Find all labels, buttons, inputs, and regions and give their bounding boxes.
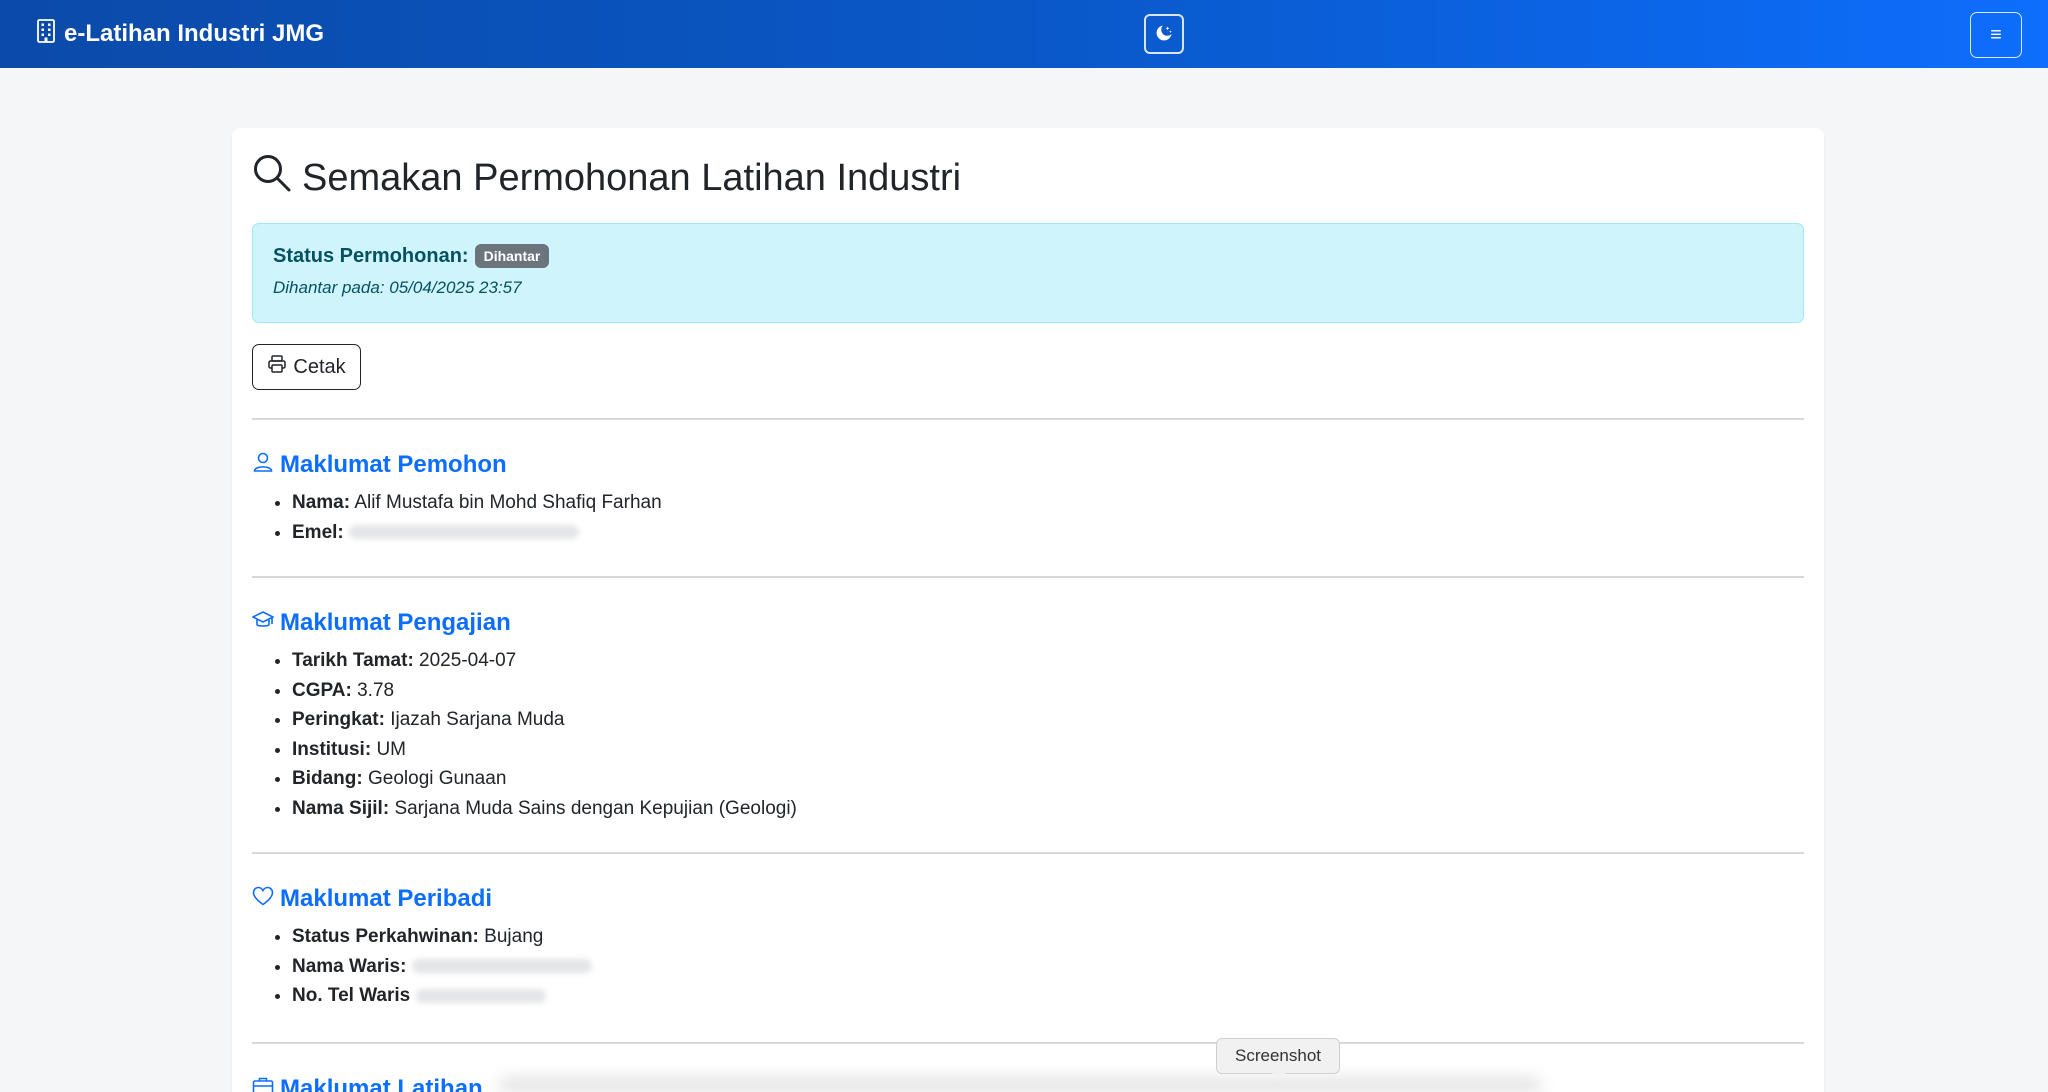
moon-stars-icon (1154, 23, 1174, 46)
section-title-pengajian: Maklumat Pengajian (251, 606, 511, 640)
list-item: Peringkat: Ijazah Sarjana Muda (292, 705, 797, 735)
divider (252, 576, 1804, 578)
list-item: Emel: (292, 518, 662, 548)
list-item: Tarikh Tamat: 2025-04-07 (292, 646, 797, 676)
person-icon (252, 451, 274, 480)
print-button[interactable]: Cetak (252, 344, 361, 390)
top-navbar: e-Latihan Industri JMG ≡ (0, 0, 2048, 68)
status-badge: Dihantar (474, 244, 550, 268)
section-title-peribadi: Maklumat Peribadi (252, 882, 492, 916)
printer-icon (267, 354, 287, 380)
section-title-text: Maklumat Pengajian (280, 609, 511, 636)
overlay-shadow (500, 1078, 1540, 1092)
redacted-heir-phone (415, 988, 546, 1003)
section-title-text: Maklumat Latihan (280, 1075, 483, 1092)
brand-text: e-Latihan Industri JMG (64, 20, 325, 47)
section-title-pemohon: Maklumat Pemohon (252, 448, 507, 482)
list-item: Bidang: Geologi Gunaan (292, 764, 797, 794)
pengajian-list: Tarikh Tamat: 2025-04-07 CGPA: 3.78 Peri… (292, 646, 797, 823)
print-button-label: Cetak (293, 355, 346, 378)
status-alert: Status Permohonan: Dihantar Dihantar pad… (252, 223, 1804, 323)
list-item: Nama Waris: (292, 952, 592, 982)
hamburger-icon: ≡ (1990, 23, 2002, 46)
list-item: Status Perkahwinan: Bujang (292, 922, 592, 952)
screenshot-tooltip: Screenshot (1216, 1038, 1340, 1081)
divider (252, 1042, 1804, 1044)
menu-toggle-button[interactable]: ≡ (1970, 12, 2022, 58)
section-title-latihan: Maklumat Latihan (252, 1072, 483, 1092)
redacted-email (349, 525, 580, 540)
building-icon (36, 18, 56, 51)
page-title-text: Semakan Permohonan Latihan Industri (302, 156, 962, 199)
section-title-text: Maklumat Peribadi (280, 885, 493, 912)
pemohon-list: Nama: Alif Mustafa bin Mohd Shafiq Farha… (292, 488, 662, 547)
main-card: Semakan Permohonan Latihan Industri Stat… (232, 128, 1824, 1092)
search-icon (252, 153, 292, 203)
status-line: Status Permohonan: Dihantar (273, 244, 1783, 268)
brand-link[interactable]: e-Latihan Industri JMG (36, 18, 324, 50)
peribadi-list: Status Perkahwinan: Bujang Nama Waris: N… (292, 922, 592, 1011)
briefcase-icon (252, 1075, 274, 1092)
heart-icon (252, 885, 274, 914)
status-label: Status Permohonan: (273, 244, 469, 267)
list-item: Nama: Alif Mustafa bin Mohd Shafiq Farha… (292, 488, 662, 518)
list-item: No. Tel Waris (292, 981, 592, 1011)
page-title: Semakan Permohonan Latihan Industri (252, 152, 961, 204)
submitted-date: Dihantar pada: 05/04/2025 23:57 (273, 278, 522, 297)
list-item: Nama Sijil: Sarjana Muda Sains dengan Ke… (292, 794, 797, 824)
mortarboard-icon (251, 609, 275, 638)
list-item: Institusi: UM (292, 735, 797, 765)
theme-toggle-button[interactable] (1144, 14, 1184, 54)
list-item: CGPA: 3.78 (292, 676, 797, 706)
divider (252, 418, 1804, 420)
section-title-text: Maklumat Pemohon (280, 451, 507, 478)
redacted-heir-name (411, 959, 592, 974)
divider (252, 852, 1804, 854)
